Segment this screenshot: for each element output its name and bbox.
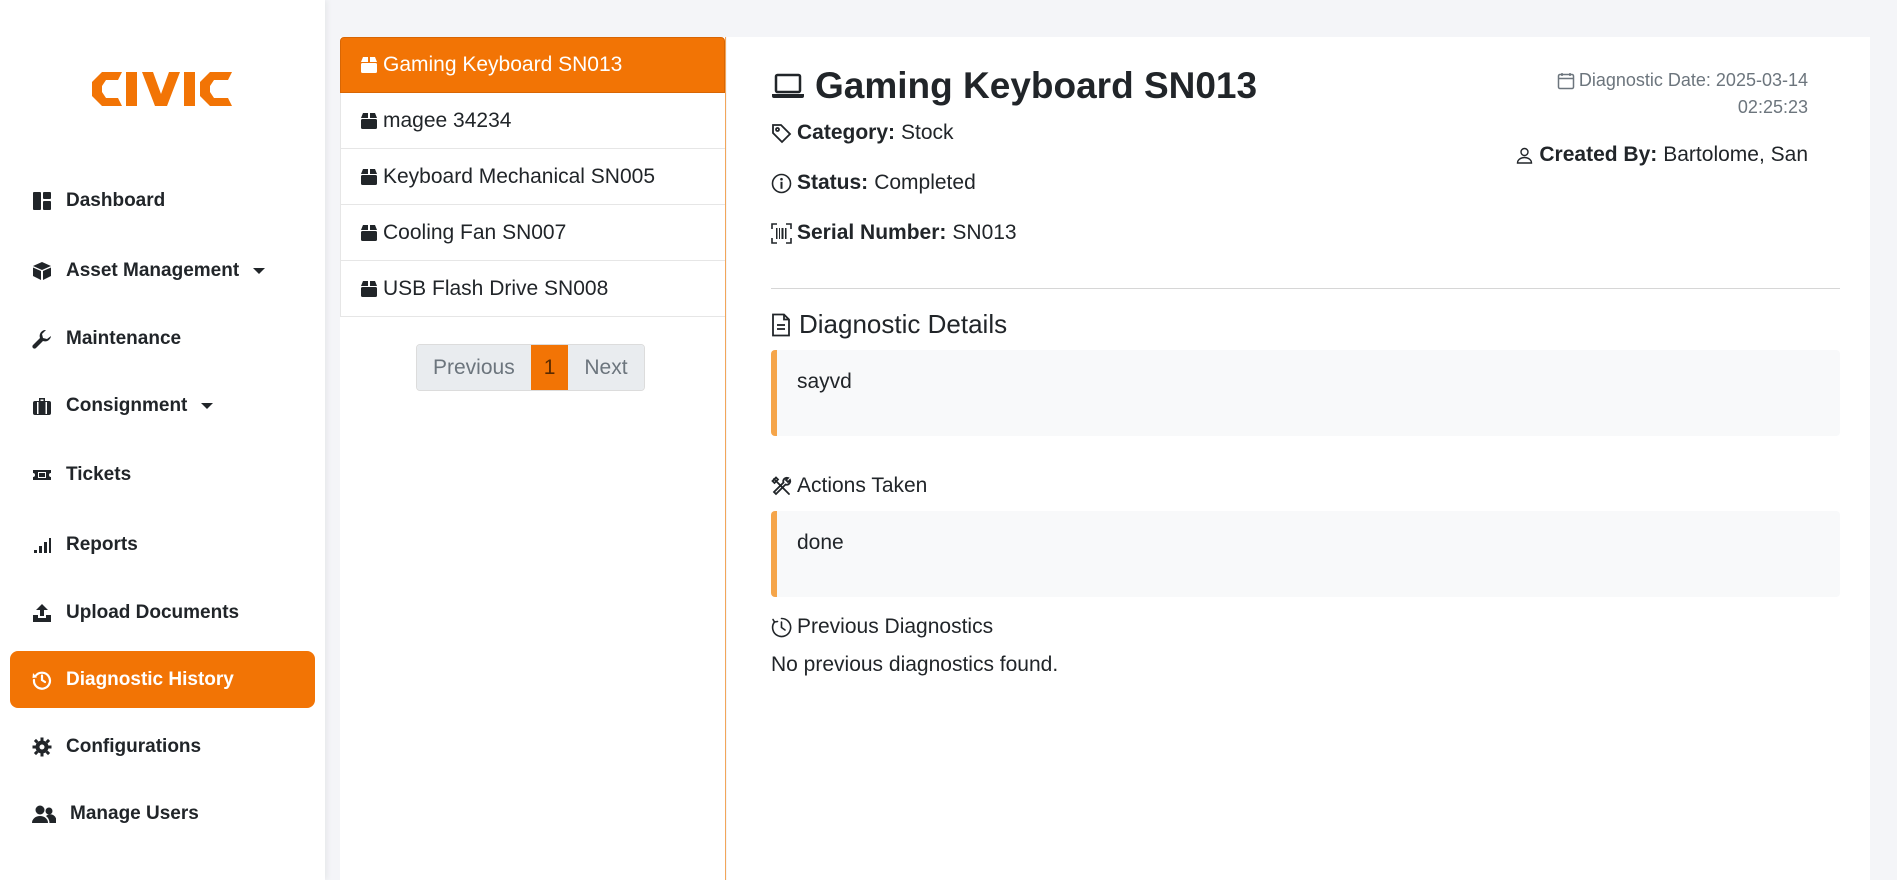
diagnostic-details-box: sayvd bbox=[771, 350, 1840, 436]
upload-icon bbox=[32, 603, 52, 623]
asset-list-item[interactable]: Cooling Fan SN007 bbox=[340, 205, 725, 261]
asset-list-item[interactable]: USB Flash Drive SN008 bbox=[340, 261, 725, 317]
serial-number-line: Serial Number: SN013 bbox=[771, 221, 1017, 245]
asset-list-item-label: Gaming Keyboard SN013 bbox=[383, 53, 623, 76]
asset-list-item-label: Cooling Fan SN007 bbox=[383, 220, 567, 244]
asset-list-item-label: Keyboard Mechanical SN005 bbox=[383, 164, 655, 188]
actions-taken-heading-label: Actions Taken bbox=[797, 474, 928, 497]
sidebar-item-tickets[interactable]: Tickets bbox=[10, 446, 315, 503]
ticket-icon bbox=[32, 465, 52, 485]
actions-taken-text: done bbox=[797, 531, 844, 554]
sidebar-item-dashboard[interactable]: Dashboard bbox=[10, 172, 315, 229]
created-by-label: Created By: bbox=[1539, 143, 1658, 166]
box-icon bbox=[360, 280, 378, 298]
tag-icon bbox=[771, 123, 792, 144]
category-value: Stock bbox=[901, 121, 954, 144]
box-icon bbox=[360, 56, 378, 74]
calendar-icon bbox=[1557, 72, 1575, 90]
sidebar-item-maintenance[interactable]: Maintenance bbox=[10, 310, 315, 367]
asset-list-item-label: USB Flash Drive SN008 bbox=[383, 276, 609, 300]
box-icon bbox=[32, 261, 52, 281]
previous-diagnostics-heading: Previous Diagnostics bbox=[771, 615, 993, 639]
sidebar-item-label: Tickets bbox=[66, 463, 132, 485]
page-title: Gaming Keyboard SN013 bbox=[815, 65, 1258, 106]
wrench-icon bbox=[32, 329, 52, 349]
diagnostic-date: Diagnostic Date: 2025-03-14 02:25:23 bbox=[1557, 67, 1808, 121]
chevron-down-icon bbox=[253, 267, 266, 274]
next-page-button[interactable]: Next bbox=[568, 345, 644, 390]
barcode-icon bbox=[771, 222, 792, 244]
sidebar-item-label: Manage Users bbox=[70, 802, 199, 824]
gear-icon bbox=[32, 737, 52, 757]
laptop-icon bbox=[771, 72, 805, 100]
asset-list-panel: Gaming Keyboard SN013 magee 34234 Keyboa… bbox=[340, 37, 726, 880]
status-line: Status: Completed bbox=[771, 171, 976, 195]
diagnostic-details-heading-label: Diagnostic Details bbox=[799, 309, 1008, 339]
page-1-button[interactable]: 1 bbox=[530, 345, 569, 390]
sidebar-item-manage-users[interactable]: Manage Users bbox=[10, 785, 315, 842]
diagnostic-details-heading: Diagnostic Details bbox=[771, 309, 1007, 340]
sidebar-item-label: Consignment bbox=[66, 394, 188, 416]
history-icon bbox=[32, 670, 52, 690]
sidebar-item-label: Diagnostic History bbox=[66, 668, 234, 690]
user-icon bbox=[1516, 147, 1533, 164]
detail-header: Gaming Keyboard SN013 bbox=[771, 65, 1257, 107]
asset-list-item[interactable]: magee 34234 bbox=[340, 93, 725, 149]
chevron-down-icon bbox=[201, 402, 214, 409]
pagination: Previous 1 Next bbox=[416, 344, 645, 391]
document-icon bbox=[771, 313, 791, 337]
status-value: Completed bbox=[874, 171, 976, 194]
sidebar-item-label: Dashboard bbox=[66, 189, 166, 211]
sidebar-item-configurations[interactable]: Configurations bbox=[10, 718, 315, 775]
asset-list-item[interactable]: Gaming Keyboard SN013 bbox=[340, 37, 725, 93]
diagnostic-date-line1: Diagnostic Date: 2025-03-14 bbox=[1578, 70, 1808, 90]
box-icon bbox=[360, 168, 378, 186]
category-line: Category: Stock bbox=[771, 121, 954, 145]
diagnostic-detail-panel: Gaming Keyboard SN013 Category: Stock St… bbox=[727, 37, 1870, 880]
sidebar-item-label: Asset Management bbox=[66, 259, 240, 281]
asset-list-item-label: magee 34234 bbox=[383, 108, 512, 132]
sidebar-item-asset-management[interactable]: Asset Management bbox=[10, 242, 315, 299]
sidebar-item-diagnostic-history[interactable]: Diagnostic History bbox=[10, 651, 315, 708]
civic-logo[interactable] bbox=[88, 66, 236, 112]
box-icon bbox=[360, 224, 378, 242]
actions-taken-box: done bbox=[771, 511, 1840, 597]
divider bbox=[771, 288, 1840, 289]
previous-diagnostics-heading-label: Previous Diagnostics bbox=[797, 615, 994, 638]
serial-number-label: Serial Number: bbox=[797, 221, 947, 244]
sidebar-item-consignment[interactable]: Consignment bbox=[10, 377, 315, 434]
users-icon bbox=[32, 804, 56, 824]
info-icon bbox=[771, 173, 792, 194]
previous-page-button[interactable]: Previous bbox=[417, 345, 531, 390]
box-icon bbox=[360, 112, 378, 130]
sidebar-item-label: Upload Documents bbox=[66, 601, 240, 623]
dashboard-icon bbox=[32, 191, 52, 211]
status-label: Status: bbox=[797, 171, 869, 194]
clock-icon bbox=[771, 617, 792, 638]
sidebar-item-reports[interactable]: Reports bbox=[10, 516, 315, 573]
sidebar: Dashboard Asset Management Maintenance C… bbox=[0, 0, 325, 880]
sidebar-item-upload-documents[interactable]: Upload Documents bbox=[10, 584, 315, 641]
diagnostic-date-row: Diagnostic Date: 2025-03-14 bbox=[1557, 67, 1808, 94]
diagnostic-date-line2: 02:25:23 bbox=[1737, 97, 1808, 117]
serial-number-value: SN013 bbox=[952, 221, 1017, 244]
sidebar-item-label: Maintenance bbox=[66, 327, 182, 349]
signal-bars-icon bbox=[32, 535, 52, 555]
asset-list-item[interactable]: Keyboard Mechanical SN005 bbox=[340, 149, 725, 205]
diagnostic-details-text: sayvd bbox=[797, 370, 852, 393]
category-label: Category: bbox=[797, 121, 896, 144]
briefcase-icon bbox=[32, 396, 52, 416]
created-by-value: Bartolome, San bbox=[1663, 143, 1808, 166]
actions-taken-heading: Actions Taken bbox=[771, 474, 927, 498]
previous-diagnostics-empty-text: No previous diagnostics found. bbox=[771, 653, 1059, 676]
sidebar-item-label: Reports bbox=[66, 533, 138, 555]
tools-icon bbox=[771, 475, 792, 497]
created-by: Created By: Bartolome, San bbox=[1516, 143, 1808, 167]
sidebar-item-label: Configurations bbox=[66, 735, 202, 757]
